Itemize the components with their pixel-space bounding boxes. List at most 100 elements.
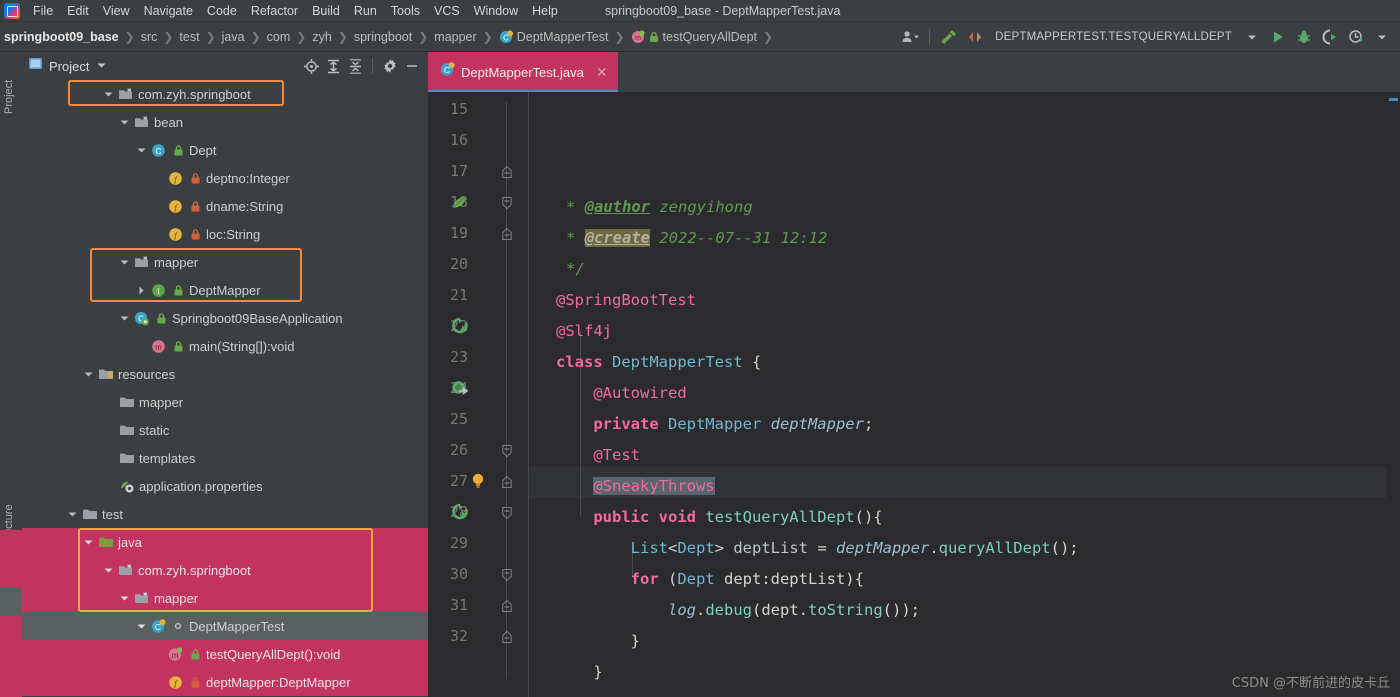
breadcrumb-item-springboot[interactable]: springboot	[354, 30, 412, 44]
editor-gutter[interactable]: 15 16 17 18 19 20 21 22 23 24 25 26 27 2…	[428, 92, 528, 697]
tree-node-field-dname[interactable]: f dname:String	[22, 192, 428, 220]
tree-node-test-java[interactable]: java	[22, 528, 428, 556]
tree-node-test-folder[interactable]: test	[22, 500, 428, 528]
intention-bulb-icon[interactable]	[470, 472, 490, 492]
bean-inject-icon[interactable]	[450, 378, 470, 398]
run-test-icon[interactable]	[450, 316, 470, 336]
tree-node-mapper-package[interactable]: mapper	[22, 248, 428, 276]
menu-run[interactable]: Run	[347, 2, 384, 20]
breadcrumb-item-src[interactable]: src	[141, 30, 158, 44]
run-configuration-selector[interactable]: DEPTMAPPERTEST.TESTQUERYALLDEPT	[989, 31, 1238, 43]
menu-help[interactable]: Help	[525, 2, 565, 20]
tree-node-static[interactable]: static	[22, 416, 428, 444]
chevron-down-icon[interactable]	[1240, 26, 1264, 48]
fold-marker-start[interactable]	[500, 503, 514, 523]
chevron-down-icon[interactable]	[66, 508, 79, 521]
fold-marker-end[interactable]	[500, 472, 514, 492]
breadcrumb-item-method[interactable]: m testQueryAllDept	[631, 30, 757, 44]
test-source-folder-icon	[97, 534, 114, 550]
build-hammer-icon[interactable]	[937, 26, 961, 48]
tree-node-application-properties[interactable]: application.properties	[22, 472, 428, 500]
user-avatar-icon[interactable]	[898, 26, 922, 48]
fold-marker-end[interactable]	[500, 162, 514, 182]
chevron-down-icon[interactable]	[102, 564, 115, 577]
scrollbar-marker	[1389, 98, 1398, 101]
breadcrumb-item-zyh[interactable]: zyh	[312, 30, 331, 44]
chevron-down-icon[interactable]	[96, 57, 107, 75]
menu-view[interactable]: View	[96, 2, 137, 20]
tree-node-main-method[interactable]: m main(String[]):void	[22, 332, 428, 360]
menu-tools[interactable]: Tools	[384, 2, 427, 20]
tree-node-testqueryalldept-method[interactable]: m testQueryAllDept():void	[22, 640, 428, 668]
locate-target-icon[interactable]	[301, 56, 321, 76]
chevron-down-icon[interactable]	[135, 144, 148, 157]
chevron-down-icon[interactable]	[118, 312, 131, 325]
tree-node-com-zyh-springboot-test[interactable]: com.zyh.springboot	[22, 556, 428, 584]
menu-navigate[interactable]: Navigate	[137, 2, 200, 20]
fold-marker-start[interactable]	[500, 193, 514, 213]
tree-label: dname:String	[206, 198, 284, 214]
fold-marker-start[interactable]	[500, 565, 514, 585]
breadcrumb-item-project[interactable]: springboot09_base	[4, 30, 119, 44]
code-text-column[interactable]: * @author zengyihong * @create 2022--07-…	[528, 92, 1400, 697]
tree-node-test-mapper[interactable]: mapper	[22, 584, 428, 612]
more-chevron-down-icon[interactable]	[1370, 26, 1394, 48]
run-test-method-icon[interactable]	[450, 502, 470, 522]
menu-window[interactable]: Window	[467, 2, 525, 20]
chevron-down-icon[interactable]	[135, 620, 148, 633]
close-icon[interactable]: ✕	[596, 64, 608, 81]
hide-minus-icon[interactable]	[402, 56, 422, 76]
tree-node-field-loc[interactable]: f loc:String	[22, 220, 428, 248]
navigate-back-forward-icon[interactable]	[963, 26, 987, 48]
chevron-down-icon[interactable]	[82, 536, 95, 549]
tree-label: loc:String	[206, 226, 261, 242]
menu-build[interactable]: Build	[305, 2, 347, 20]
tree-node-field-deptno[interactable]: f deptno:Integer	[22, 164, 428, 192]
menu-file[interactable]: File	[26, 2, 60, 20]
collapse-all-icon[interactable]	[345, 56, 365, 76]
menu-refactor[interactable]: Refactor	[244, 2, 305, 20]
chevron-down-icon[interactable]	[118, 592, 131, 605]
run-play-icon[interactable]	[1266, 26, 1290, 48]
tree-node-com-zyh-springboot-main[interactable]: com.zyh.springboot	[22, 80, 428, 108]
breadcrumb-item-class[interactable]: C DeptMapperTest	[499, 30, 608, 44]
fold-marker-end[interactable]	[500, 627, 514, 647]
tree-node-deptmapper-interface[interactable]: I DeptMapper	[22, 276, 428, 304]
tree-node-deptmapper-field[interactable]: f deptMapper:DeptMapper	[22, 668, 428, 696]
chevron-down-icon[interactable]	[82, 368, 95, 381]
tree-node-springboot-application[interactable]: C Springboot09BaseApplication	[22, 304, 428, 332]
tree-node-resources-mapper[interactable]: mapper	[22, 388, 428, 416]
chevron-down-icon[interactable]	[118, 116, 131, 129]
code-editor[interactable]: 15 16 17 18 19 20 21 22 23 24 25 26 27 2…	[428, 92, 1400, 697]
breadcrumb-item-mapper[interactable]: mapper	[434, 30, 476, 44]
breadcrumb-item-java[interactable]: java	[222, 30, 245, 44]
profiler-icon[interactable]	[1344, 26, 1368, 48]
menu-edit[interactable]: Edit	[60, 2, 96, 20]
tool-tab-project[interactable]: Project	[3, 80, 15, 114]
fold-marker-end[interactable]	[500, 596, 514, 616]
breadcrumb-item-test[interactable]: test	[179, 30, 199, 44]
fold-marker-end[interactable]	[500, 224, 514, 244]
method-icon: m	[150, 338, 167, 354]
menu-code[interactable]: Code	[200, 2, 244, 20]
spring-leaf-icon[interactable]	[450, 192, 470, 212]
menu-vcs[interactable]: VCS	[427, 2, 467, 20]
tree-node-templates[interactable]: templates	[22, 444, 428, 472]
tree-node-bean[interactable]: bean	[22, 108, 428, 136]
editor-tab-deptmappertest[interactable]: C DeptMapperTest.java ✕	[428, 52, 618, 92]
chevron-down-icon[interactable]	[118, 256, 131, 269]
gear-icon[interactable]	[380, 56, 400, 76]
expand-all-icon[interactable]	[323, 56, 343, 76]
chevron-down-icon[interactable]	[102, 88, 115, 101]
line-number: 15	[449, 100, 468, 118]
tree-node-dept-class[interactable]: C Dept	[22, 136, 428, 164]
code-line-23: @Test	[556, 446, 640, 464]
breadcrumb-item-com[interactable]: com	[267, 30, 291, 44]
run-with-coverage-icon[interactable]	[1318, 26, 1342, 48]
debug-bug-icon[interactable]	[1292, 26, 1316, 48]
chevron-right-icon[interactable]	[135, 284, 148, 297]
tree-node-deptmappertest-selected[interactable]: C DeptMapperTest	[22, 612, 428, 640]
tree-node-resources[interactable]: resources	[22, 360, 428, 388]
editor-marker-scrollbar[interactable]	[1386, 92, 1400, 697]
fold-marker-start[interactable]	[500, 441, 514, 461]
